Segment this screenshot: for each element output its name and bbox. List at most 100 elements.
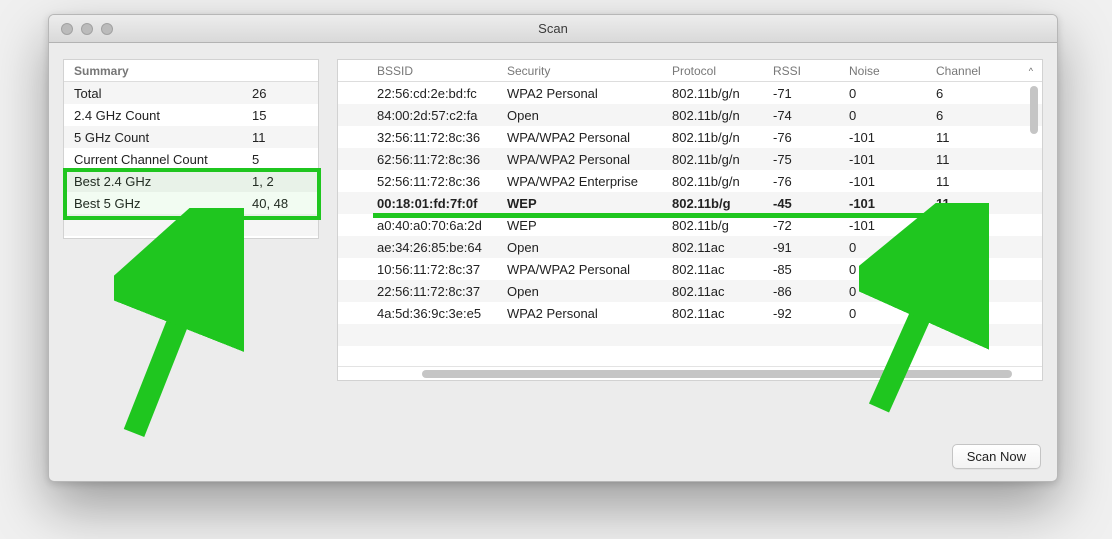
annotation-arrow-left: [114, 208, 244, 438]
table-body[interactable]: 22:56:cd:2e:bd:fcWPA2 Personal802.11b/g/…: [338, 82, 1042, 366]
cell-rssi: -76: [764, 170, 840, 192]
col-security[interactable]: Security: [498, 60, 663, 81]
cell-protocol: 802.11ac: [663, 236, 764, 258]
cell-rssi: -76: [764, 126, 840, 148]
summary-value: 26: [252, 86, 308, 101]
cell-spacer: [338, 302, 368, 324]
minimize-icon[interactable]: [81, 23, 93, 35]
table-row[interactable]: 52:56:11:72:8c:36WPA/WPA2 Enterprise802.…: [338, 170, 1042, 192]
cell-rssi: -86: [764, 280, 840, 302]
zoom-icon[interactable]: [101, 23, 113, 35]
cell-security: WPA/WPA2 Personal: [498, 126, 663, 148]
col-noise[interactable]: Noise: [840, 60, 927, 81]
cell-protocol: 802.11ac: [663, 302, 764, 324]
cell-bssid: 32:56:11:72:8c:36: [368, 126, 498, 148]
cell-protocol: 802.11ac: [663, 280, 764, 302]
cell-bssid: 22:56:11:72:8c:37: [368, 280, 498, 302]
cell-security: WPA2 Personal: [498, 82, 663, 104]
summary-row: Current Channel Count5: [64, 148, 318, 170]
summary-key: Best 2.4 GHz: [74, 174, 252, 189]
titlebar[interactable]: Scan: [49, 15, 1057, 43]
cell-channel: 6: [927, 82, 1042, 104]
summary-key: Total: [74, 86, 252, 101]
window: Scan Summary Total262.4 GHz Count155 GHz…: [48, 14, 1058, 482]
footer: Scan Now: [952, 444, 1041, 469]
cell-rssi: -75: [764, 148, 840, 170]
close-icon[interactable]: [61, 23, 73, 35]
col-protocol[interactable]: Protocol: [663, 60, 764, 81]
table-row[interactable]: 84:00:2d:57:c2:faOpen802.11b/g/n-7406: [338, 104, 1042, 126]
cell-rssi: -74: [764, 104, 840, 126]
cell-channel: 132: [927, 302, 1042, 324]
summary-value: 5: [252, 152, 308, 167]
cell-bssid: 62:56:11:72:8c:36: [368, 148, 498, 170]
summary-header: Summary: [64, 60, 318, 82]
summary-row: Best 2.4 GHz1, 2: [64, 170, 318, 192]
col-bssid[interactable]: BSSID: [368, 60, 498, 81]
col-spacer: [338, 60, 368, 81]
cell-rssi: -85: [764, 258, 840, 280]
cell-spacer: [338, 148, 368, 170]
scan-now-button[interactable]: Scan Now: [952, 444, 1041, 469]
summary-row: Total26: [64, 82, 318, 104]
cell-rssi: -91: [764, 236, 840, 258]
cell-spacer: [338, 214, 368, 236]
cell-spacer: [338, 280, 368, 302]
cell-protocol: 802.11b/g/n: [663, 104, 764, 126]
cell-security: WEP: [498, 214, 663, 236]
col-rssi[interactable]: RSSI: [764, 60, 840, 81]
cell-security: Open: [498, 280, 663, 302]
table-header-row[interactable]: BSSID Security Protocol RSSI Noise Chann…: [338, 60, 1042, 82]
summary-row: 2.4 GHz Count15: [64, 104, 318, 126]
cell-spacer: [338, 126, 368, 148]
table-row[interactable]: 10:56:11:72:8c:37WPA/WPA2 Personal802.11…: [338, 258, 1042, 280]
table-row[interactable]: 62:56:11:72:8c:36WPA/WPA2 Personal802.11…: [338, 148, 1042, 170]
table-row[interactable]: ae:34:26:85:be:64Open802.11ac-91036: [338, 236, 1042, 258]
table-row[interactable]: 00:18:01:fd:7f:0fWEP802.11b/g-45-10111: [338, 192, 1042, 214]
cell-spacer: [338, 104, 368, 126]
cell-channel: 36: [927, 236, 1042, 258]
table-row[interactable]: 22:56:cd:2e:bd:fcWPA2 Personal802.11b/g/…: [338, 82, 1042, 104]
cell-noise: 0: [840, 104, 927, 126]
table-row[interactable]: a0:40:a0:70:6a:2dWEP802.11b/g-72-10111: [338, 214, 1042, 236]
summary-key: Current Channel Count: [74, 152, 252, 167]
col-channel[interactable]: Channel ^: [927, 60, 1042, 81]
cell-bssid: 4a:5d:36:9c:3e:e5: [368, 302, 498, 324]
cell-noise: 0: [840, 236, 927, 258]
table-row-empty: [338, 324, 1042, 346]
cell-security: Open: [498, 104, 663, 126]
summary-key: Best 5 GHz: [74, 196, 252, 211]
scan-table: BSSID Security Protocol RSSI Noise Chann…: [337, 59, 1043, 381]
cell-bssid: 10:56:11:72:8c:37: [368, 258, 498, 280]
cell-bssid: 22:56:cd:2e:bd:fc: [368, 82, 498, 104]
summary-row: 5 GHz Count11: [64, 126, 318, 148]
horizontal-scrollbar[interactable]: [338, 366, 1042, 380]
cell-spacer: [338, 258, 368, 280]
table-row[interactable]: 32:56:11:72:8c:36WPA/WPA2 Personal802.11…: [338, 126, 1042, 148]
summary-value: 11: [252, 130, 308, 145]
cell-rssi: -45: [764, 192, 840, 214]
cell-spacer: [338, 82, 368, 104]
cell-bssid: 52:56:11:72:8c:36: [368, 170, 498, 192]
cell-security: WEP: [498, 192, 663, 214]
table-row[interactable]: 22:56:11:72:8c:37Open802.11ac-86044: [338, 280, 1042, 302]
cell-noise: -101: [840, 192, 927, 214]
traffic-lights: [49, 23, 113, 35]
cell-protocol: 802.11b/g: [663, 192, 764, 214]
table-row[interactable]: 4a:5d:36:9c:3e:e5WPA2 Personal802.11ac-9…: [338, 302, 1042, 324]
cell-noise: 0: [840, 302, 927, 324]
cell-spacer: [338, 236, 368, 258]
summary-row: Best 5 GHz40, 48: [64, 192, 318, 214]
cell-security: Open: [498, 236, 663, 258]
cell-security: WPA/WPA2 Personal: [498, 148, 663, 170]
vertical-scrollbar[interactable]: [1028, 64, 1040, 364]
horizontal-scroll-thumb[interactable]: [422, 370, 1012, 378]
col-channel-label: Channel: [936, 64, 981, 78]
summary-value: 1, 2: [252, 174, 308, 189]
cell-noise: -101: [840, 148, 927, 170]
cell-bssid: ae:34:26:85:be:64: [368, 236, 498, 258]
vertical-scroll-thumb[interactable]: [1030, 86, 1038, 134]
cell-noise: 0: [840, 258, 927, 280]
cell-protocol: 802.11b/g/n: [663, 126, 764, 148]
cell-channel: 11: [927, 170, 1042, 192]
